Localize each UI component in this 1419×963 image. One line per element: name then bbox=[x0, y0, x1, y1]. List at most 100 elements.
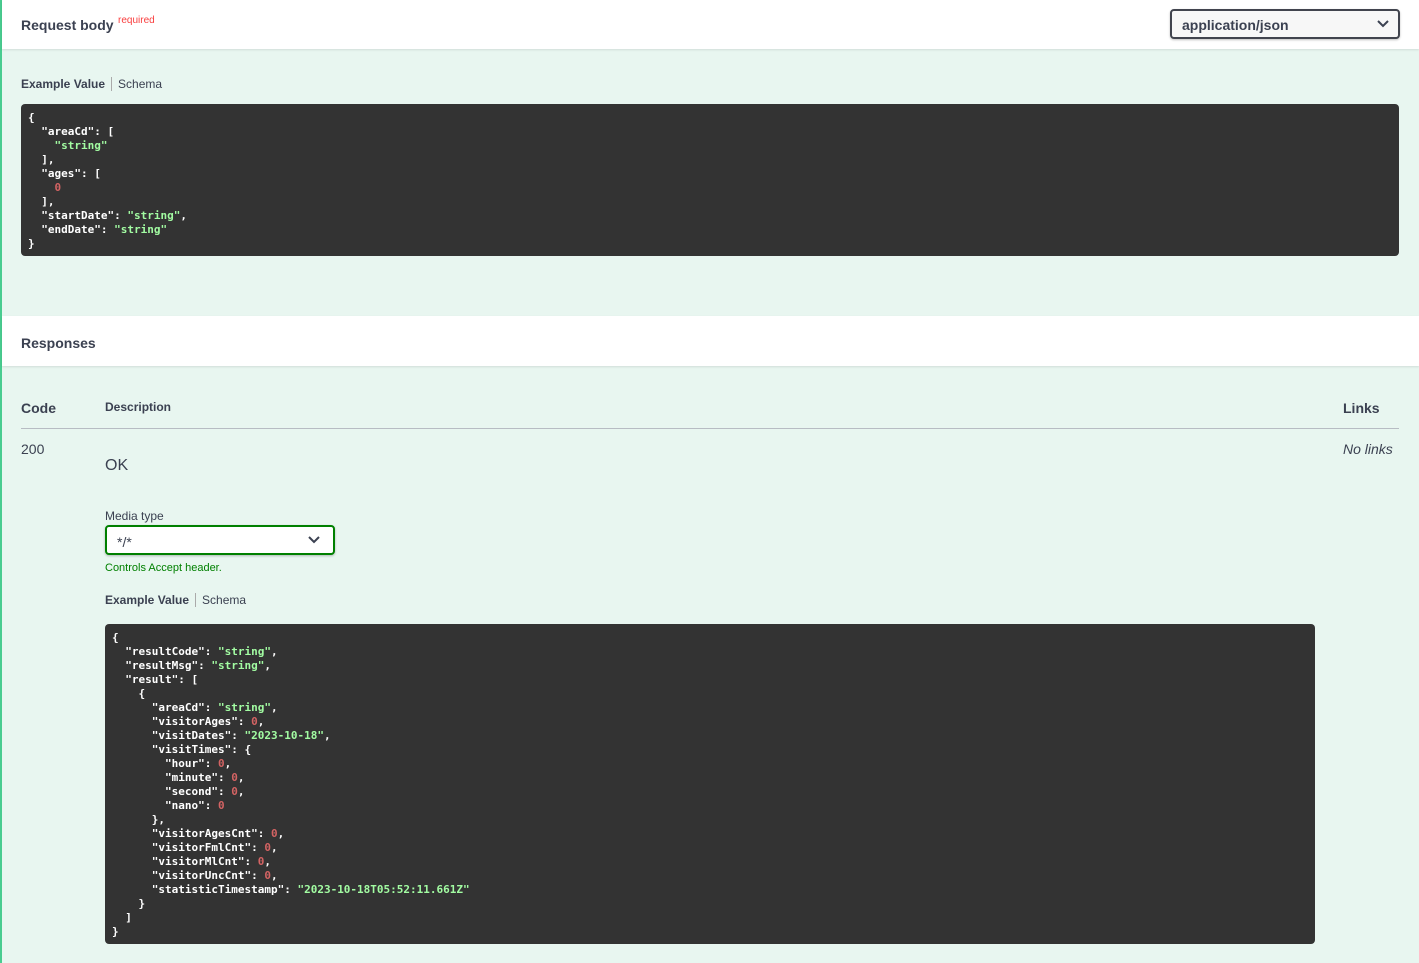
code-token: 0 bbox=[217, 757, 225, 770]
col-description-header: Description bbox=[105, 400, 172, 414]
code-token: : bbox=[251, 841, 265, 854]
code-token: "hour" bbox=[164, 757, 205, 770]
code-token: , bbox=[257, 715, 265, 728]
code-token: "visitorAges" bbox=[151, 715, 238, 728]
code-line: "visitorAgesCnt": 0, bbox=[112, 827, 1308, 841]
response-example-code: { "resultCode": "string", "resultMsg": "… bbox=[105, 624, 1315, 944]
code-token: , bbox=[237, 771, 245, 784]
code-token: : bbox=[251, 869, 265, 882]
code-token: : bbox=[284, 883, 298, 896]
code-token: "visitDates" bbox=[151, 729, 232, 742]
code-token: "endDate" bbox=[41, 223, 101, 236]
content-type-value: application/json bbox=[1182, 17, 1289, 33]
code-line: "visitorFmlCnt": 0, bbox=[112, 841, 1308, 855]
code-token: { bbox=[112, 631, 119, 644]
code-token: "minute" bbox=[164, 771, 218, 784]
code-token: } bbox=[28, 237, 35, 250]
code-line: ], bbox=[28, 153, 1392, 167]
response-description: OK bbox=[105, 457, 129, 474]
code-token: 0 bbox=[217, 799, 225, 812]
tab-divider bbox=[195, 593, 197, 607]
chevron-down-icon bbox=[308, 536, 320, 544]
code-token: 0 bbox=[231, 771, 238, 784]
media-type-select[interactable]: */* bbox=[105, 525, 335, 555]
controls-accept-note: Controls Accept header. bbox=[105, 562, 222, 574]
code-token: : bbox=[204, 799, 218, 812]
code-token: , bbox=[270, 841, 278, 854]
code-line: "result": [ bbox=[112, 673, 1308, 687]
code-token: { bbox=[28, 111, 35, 124]
code-line: } bbox=[112, 925, 1308, 939]
code-line: { bbox=[112, 687, 1308, 701]
code-token: : { bbox=[231, 743, 252, 756]
code-token: 0 bbox=[54, 181, 62, 194]
code-token: "visitorMlCnt" bbox=[151, 855, 245, 868]
code-line: "statisticTimestamp": "2023-10-18T05:52:… bbox=[112, 883, 1308, 897]
code-token: "second" bbox=[164, 785, 218, 798]
content-type-select[interactable]: application/json bbox=[1170, 9, 1400, 39]
tab-divider bbox=[111, 77, 113, 91]
code-token: : bbox=[217, 771, 232, 784]
code-line: "nano": 0 bbox=[112, 799, 1308, 813]
code-line: { bbox=[28, 111, 1392, 125]
code-token: : bbox=[204, 701, 218, 714]
code-token: 0 bbox=[231, 785, 238, 798]
tab-schema[interactable]: Schema bbox=[202, 593, 246, 607]
code-token: : [ bbox=[178, 673, 199, 686]
code-token: ], bbox=[28, 153, 55, 166]
code-token: "visitorUncCnt" bbox=[151, 869, 252, 882]
code-line: "visitorMlCnt": 0, bbox=[112, 855, 1308, 869]
code-token: : bbox=[257, 827, 271, 840]
code-line: } bbox=[28, 237, 1392, 251]
media-type-label: Media type bbox=[105, 509, 164, 523]
code-token: "string" bbox=[217, 701, 271, 714]
tab-example-value[interactable]: Example Value bbox=[105, 593, 189, 607]
response-tabs: Example Value Schema bbox=[105, 593, 246, 607]
code-line: 0 bbox=[28, 181, 1392, 195]
code-line: "second": 0, bbox=[112, 785, 1308, 799]
code-token: "result" bbox=[125, 673, 179, 686]
tab-schema[interactable]: Schema bbox=[118, 77, 162, 91]
code-line: ], bbox=[28, 195, 1392, 209]
response-code: 200 bbox=[21, 441, 45, 457]
tab-example-value[interactable]: Example Value bbox=[21, 77, 105, 91]
code-line: ] bbox=[112, 911, 1308, 925]
opblock-left-border bbox=[0, 0, 2, 963]
code-token: : bbox=[231, 729, 245, 742]
code-line: "hour": 0, bbox=[112, 757, 1308, 771]
code-line: } bbox=[112, 897, 1308, 911]
code-line: "resultCode": "string", bbox=[112, 645, 1308, 659]
code-token: : [ bbox=[81, 167, 101, 180]
code-token: 0 bbox=[264, 841, 271, 854]
code-token: }, bbox=[112, 813, 165, 826]
code-token: : bbox=[198, 659, 212, 672]
code-line: "resultMsg": "string", bbox=[112, 659, 1308, 673]
code-line: "visitTimes": { bbox=[112, 743, 1308, 757]
code-token: "areaCd" bbox=[151, 701, 205, 714]
request-body-title: Request body bbox=[21, 17, 114, 33]
code-line: "visitDates": "2023-10-18", bbox=[112, 729, 1308, 743]
responses-title: Responses bbox=[21, 335, 96, 351]
request-example-code: { "areaCd": [ "string" ], "ages": [ 0 ],… bbox=[21, 104, 1399, 256]
code-token: , bbox=[264, 855, 271, 868]
code-token: , bbox=[237, 785, 245, 798]
code-token: : bbox=[204, 757, 218, 770]
code-token: 0 bbox=[264, 869, 271, 882]
code-token: "nano" bbox=[164, 799, 205, 812]
request-body-header: Request body required application/json bbox=[2, 0, 1419, 49]
code-line: "visitorUncCnt": 0, bbox=[112, 869, 1308, 883]
